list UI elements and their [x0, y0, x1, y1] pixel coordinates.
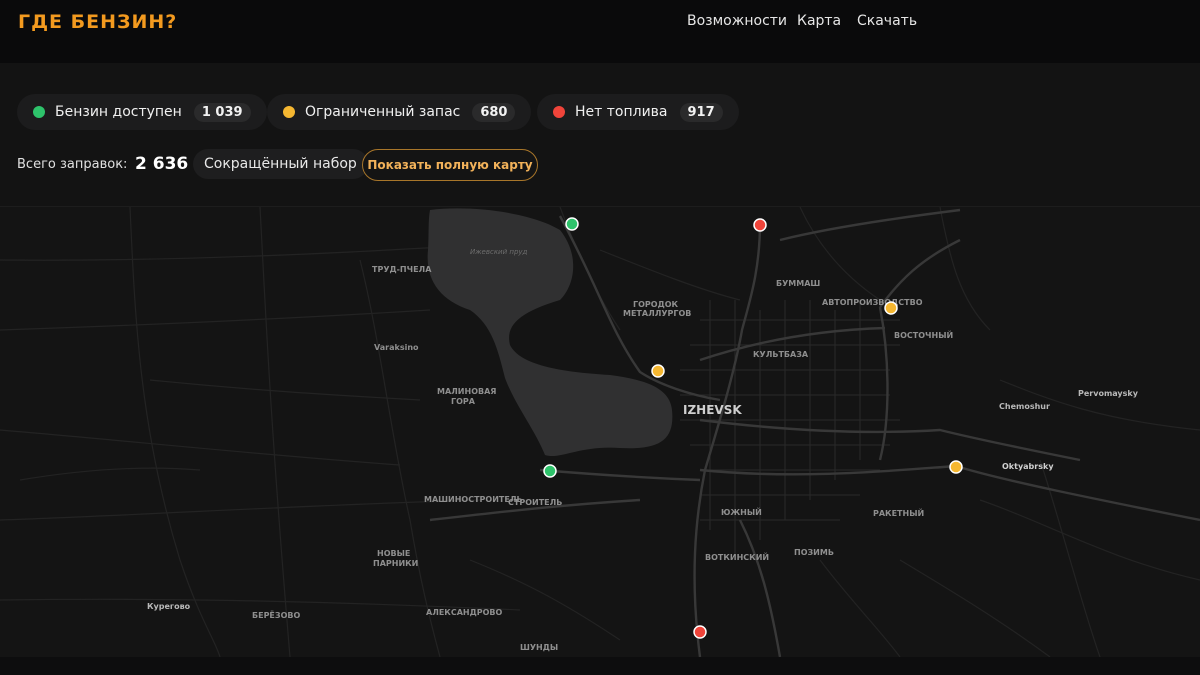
place-label: ГОРА: [451, 397, 476, 406]
place-label: НОВЫЕ: [377, 549, 410, 558]
legend-available[interactable]: Бензин доступен 1 039: [17, 94, 267, 130]
lake-shape: [427, 208, 673, 457]
place-label: Chemoshur: [999, 402, 1050, 411]
place-label: СТРОИТЕЛЬ: [508, 498, 562, 507]
nav-link-download[interactable]: Скачать: [857, 13, 917, 29]
place-label: ПОЗИМЬ: [794, 548, 834, 557]
place-label: БЕРЁЗОВО: [252, 610, 300, 620]
place-label: ВОТКИНСКИЙ: [705, 551, 769, 562]
legend-label: Нет топлива: [575, 104, 668, 120]
logo[interactable]: ГДЕ БЕНЗИН?: [18, 11, 177, 33]
legend-limited[interactable]: Ограниченный запас 680: [267, 94, 532, 130]
legend-label: Ограниченный запас: [305, 104, 461, 120]
city-label: IZHEVSK: [683, 403, 742, 417]
yellow-dot-icon: [283, 106, 295, 118]
place-label: ТРУД-ПЧЕЛА: [372, 265, 432, 274]
place-label: ШУНДЫ: [520, 643, 558, 652]
top-bar: ГДЕ БЕНЗИН? Возможности Карта Скачать: [0, 0, 1200, 63]
place-label: ГОРОДОК: [633, 300, 678, 309]
nav-link-map[interactable]: Карта: [797, 13, 841, 29]
legend-label: Бензин доступен: [55, 104, 182, 120]
map-canvas: Ижевский пруд IZHEVSK ТРУД-ПЧЕЛА Varaksi…: [0, 207, 1200, 657]
place-label: ВОСТОЧНЫЙ: [894, 329, 953, 340]
legend-count: 1 039: [193, 102, 251, 122]
station-marker-limited[interactable]: [651, 364, 665, 378]
legend-count: 680: [472, 102, 516, 122]
total-value: 2 636: [135, 154, 189, 174]
station-marker-limited[interactable]: [949, 460, 963, 474]
nav-link-features[interactable]: Возможности: [687, 13, 787, 29]
place-label: Oktyabrsky: [1002, 462, 1054, 471]
place-label: КУЛЬТБАЗА: [753, 350, 809, 359]
legend-none[interactable]: Нет топлива 917: [537, 94, 739, 130]
station-marker-available[interactable]: [565, 217, 579, 231]
station-marker-none[interactable]: [753, 218, 767, 232]
map-labels: Ижевский пруд IZHEVSK ТРУД-ПЧЕЛА Varaksi…: [147, 248, 1139, 652]
place-label: Pervomaysky: [1078, 389, 1139, 398]
place-label: АВТОПРОИЗВОДСТВО: [822, 298, 923, 307]
place-label: ПАРНИКИ: [373, 559, 418, 568]
place-label: АЛЕКСАНДРОВО: [426, 608, 502, 617]
status-panel: Бензин доступен 1 039 Ограниченный запас…: [0, 63, 1200, 207]
station-marker-available[interactable]: [543, 464, 557, 478]
lake-label: Ижевский пруд: [470, 248, 528, 256]
place-label: РАКЕТНЫЙ: [873, 507, 924, 518]
station-marker-limited[interactable]: [884, 301, 898, 315]
place-label: Varaksino: [374, 343, 419, 352]
show-full-map-button[interactable]: Показать полную карту: [362, 149, 538, 181]
map[interactable]: Ижевский пруд IZHEVSK ТРУД-ПЧЕЛА Varaksi…: [0, 207, 1200, 657]
total-label: Всего заправок:: [17, 157, 128, 172]
place-label: Курегово: [147, 602, 191, 611]
bottom-strip: [0, 657, 1200, 675]
place-label: МЕТАЛЛУРГОВ: [623, 309, 691, 318]
short-set-button[interactable]: Сокращённый набор: [193, 149, 368, 179]
red-dot-icon: [553, 106, 565, 118]
place-label: ЮЖНЫЙ: [721, 506, 762, 517]
place-label: БУММАШ: [776, 279, 820, 288]
legend-count: 917: [679, 102, 723, 122]
green-dot-icon: [33, 106, 45, 118]
place-label: МАЛИНОВАЯ: [437, 387, 496, 396]
station-marker-none[interactable]: [693, 625, 707, 639]
